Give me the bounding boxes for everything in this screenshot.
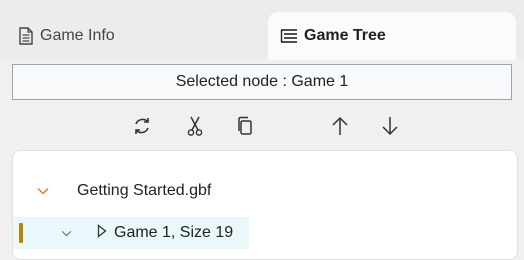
selected-node-text: Selected node : Game 1 [175,73,349,90]
chevron-down-icon[interactable] [37,187,51,195]
tab-game-info[interactable]: Game Info [18,12,268,60]
cut-icon[interactable] [183,114,207,138]
selected-node-bar: Selected node : Game 1 [12,64,512,100]
tab-game-info-label: Game Info [40,27,115,44]
copy-icon[interactable] [233,114,257,138]
tree-node-file-label: Getting Started.gbf [77,182,212,199]
document-icon [18,27,34,45]
tab-game-tree[interactable]: Game Tree [268,12,516,60]
tree-node-game-label: Game 1, Size 19 [114,224,234,241]
tree-list-icon [280,28,298,44]
arrow-up-icon[interactable] [328,114,352,138]
selection-indicator [19,223,23,243]
toolbar [0,108,524,144]
play-triangle-icon [97,223,107,243]
chevron-down-icon[interactable] [61,230,73,237]
refresh-icon[interactable] [130,114,154,138]
tab-bar: Game Info Game Tree [0,0,524,60]
tree-node-file[interactable]: Getting Started.gbf [37,179,211,203]
tree-node-game[interactable]: Game 1, Size 19 [13,217,249,249]
tab-game-tree-label: Game Tree [304,27,386,44]
game-tree-panel: Getting Started.gbf Game 1, Size 19 [12,150,518,260]
arrow-down-icon[interactable] [378,114,402,138]
